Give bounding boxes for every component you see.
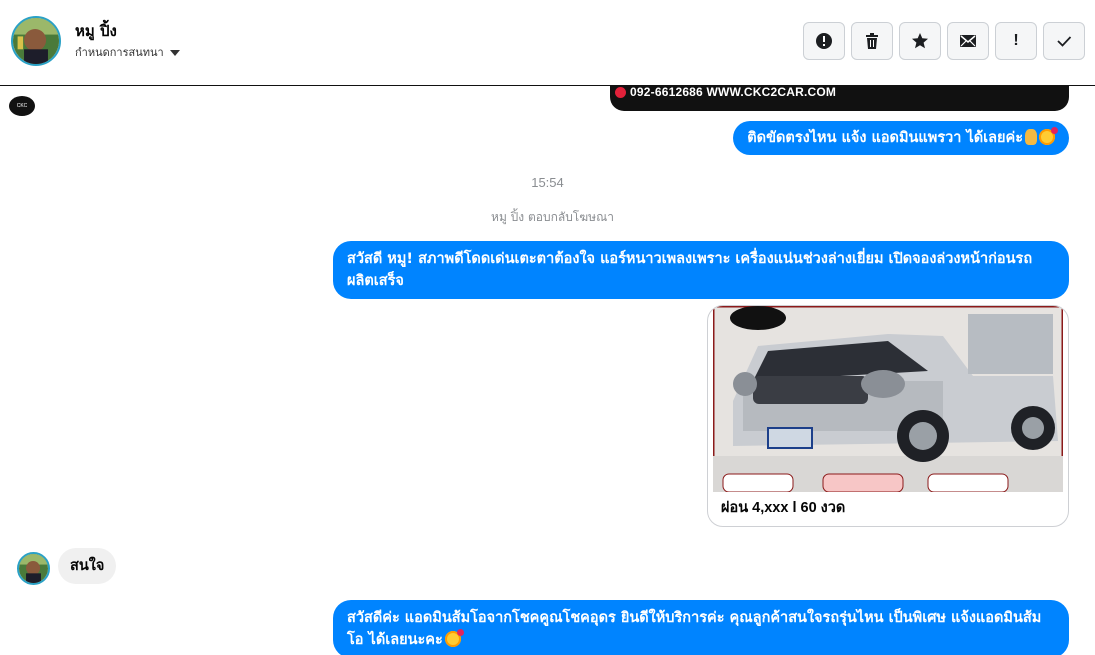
message-text: สวัสดี หมู! สภาพดีโดดเด่นเตะตาต้องใจ แอร…: [347, 251, 1033, 289]
avatar-image: [19, 554, 48, 583]
avatar-image: [13, 18, 59, 64]
star-icon: [912, 33, 928, 49]
banner-text: 092-6612686 WWW.CKC2CAR.COM: [630, 86, 837, 99]
message-text: ติดขัดตรงไหน แจ้ง แอดมินแพรวา ได้เลยค่ะ: [747, 130, 1023, 146]
ad-image-banner[interactable]: 092-6612686 WWW.CKC2CAR.COM: [610, 86, 1069, 111]
message-bubble-outgoing[interactable]: ติดขัดตรงไหน แจ้ง แอดมินแพรวา ได้เลยค่ะ: [733, 121, 1069, 155]
phone-icon: [615, 87, 626, 98]
alert-circle-icon: [816, 33, 832, 49]
message-bubble-incoming[interactable]: สนใจ: [58, 548, 117, 584]
mark-important-button[interactable]: !: [995, 22, 1037, 60]
mark-done-button[interactable]: [1043, 22, 1085, 60]
mark-spam-button[interactable]: [803, 22, 845, 60]
contact-avatar[interactable]: [11, 16, 61, 66]
sender-avatar[interactable]: [17, 552, 50, 585]
exclamation-icon: !: [1013, 32, 1019, 49]
star-button[interactable]: [899, 22, 941, 60]
conversation-header: หมู ปิ้ง กำหนดการสนทนา !: [0, 0, 1095, 86]
mark-unread-button[interactable]: [947, 22, 989, 60]
card-caption: ผ่อน 4,xxx l 60 งวด: [721, 500, 846, 516]
message-text: สนใจ: [70, 558, 105, 574]
page-logo-text: CKC: [16, 103, 28, 109]
pray-emoji-icon: [1025, 129, 1037, 145]
ad-reply-note: หมู ปิ้ง ตอบกลับโฆษณา: [491, 210, 614, 224]
message-bubble-outgoing[interactable]: สวัสดีค่ะ แอดมินส้มโอจากโชคคูณโชคอุดร ยิ…: [333, 600, 1069, 655]
message-bubble-outgoing[interactable]: สวัสดี หมู! สภาพดีโดดเด่นเตะตาต้องใจ แอร…: [333, 241, 1069, 299]
page-logo-avatar: CKC: [9, 96, 35, 116]
pickup-truck-image: [711, 306, 1065, 494]
message-thread[interactable]: 092-6612686 WWW.CKC2CAR.COM CKC ติดขัดตร…: [0, 86, 1095, 655]
smiling-face-hearts-emoji-icon: [444, 629, 464, 647]
ad-card[interactable]: ผ่อน 4,xxx l 60 งวด: [707, 305, 1069, 527]
envelope-icon: [960, 35, 976, 47]
message-timestamp: 15:54: [531, 175, 564, 190]
smiling-face-hearts-emoji-icon: [1039, 127, 1058, 145]
header-actions: !: [803, 22, 1085, 60]
trash-icon: [866, 33, 878, 49]
caret-down-icon: [169, 49, 180, 56]
car-photo[interactable]: [711, 306, 1065, 494]
conversation-settings-label: กำหนดการสนทนา: [75, 46, 164, 59]
contact-name[interactable]: หมู ปิ้ง: [75, 19, 117, 43]
conversation-settings-dropdown[interactable]: กำหนดการสนทนา: [75, 43, 180, 61]
delete-button[interactable]: [851, 22, 893, 60]
check-icon: [1057, 36, 1072, 47]
